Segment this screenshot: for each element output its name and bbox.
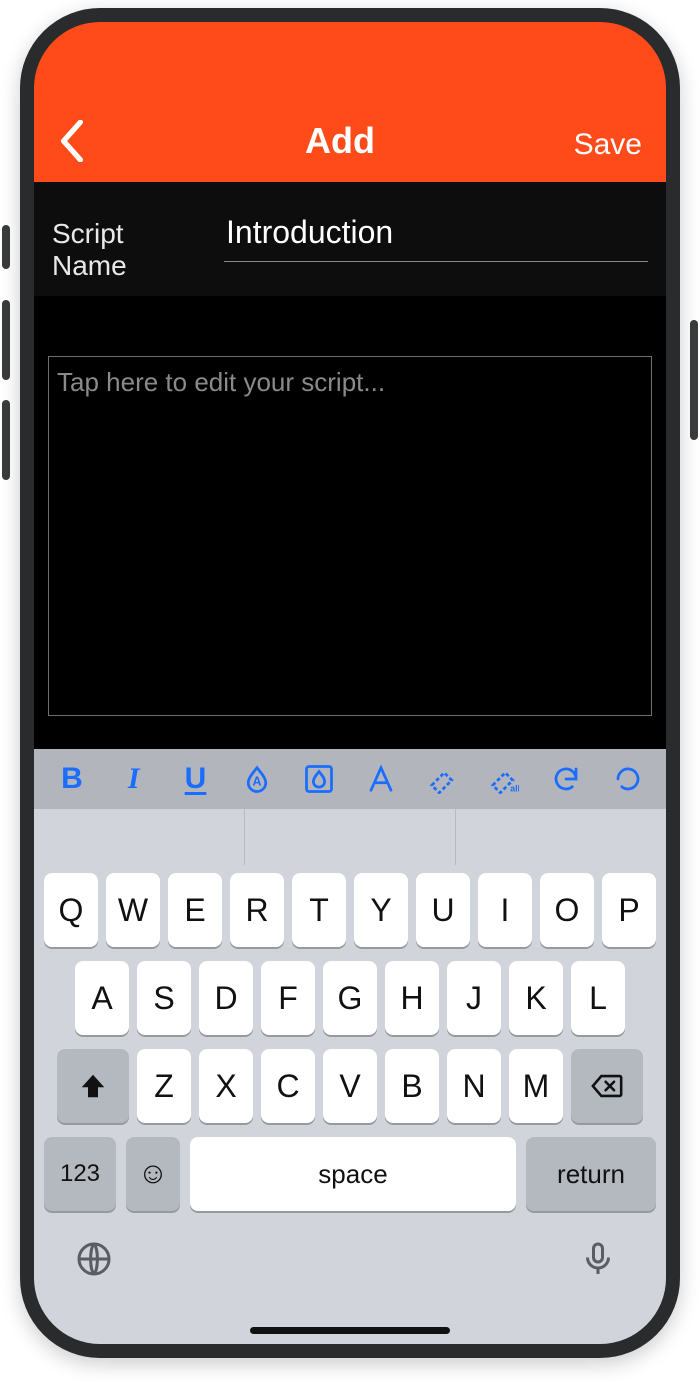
script-name-input[interactable]	[224, 210, 648, 262]
font-a-icon	[366, 764, 396, 794]
back-button[interactable]	[58, 120, 138, 162]
device-mute-switch	[2, 225, 10, 269]
nav-bar: Add Save	[34, 22, 666, 182]
key-g[interactable]: G	[323, 961, 377, 1035]
font-size-button[interactable]	[365, 760, 397, 798]
key-backspace[interactable]	[571, 1049, 643, 1123]
key-j[interactable]: J	[447, 961, 501, 1035]
eraser-all-icon: all	[489, 764, 519, 794]
droplet-boxed-icon	[304, 764, 334, 794]
key-numbers[interactable]: 123	[44, 1137, 116, 1211]
format-toolbar: B I U A all	[34, 749, 666, 809]
script-name-label: Script Name	[52, 218, 200, 282]
microphone-icon	[580, 1241, 616, 1277]
text-color-button[interactable]: A	[241, 760, 273, 798]
clear-all-button[interactable]: all	[489, 760, 521, 798]
key-d[interactable]: D	[199, 961, 253, 1035]
script-name-row: Script Name	[34, 182, 666, 296]
keyboard-extras	[40, 1225, 660, 1285]
svg-text:A: A	[253, 774, 262, 788]
keyboard-suggestion-bar[interactable]	[34, 809, 666, 865]
key-z[interactable]: Z	[137, 1049, 191, 1123]
script-editor-wrap	[34, 296, 666, 749]
key-f[interactable]: F	[261, 961, 315, 1035]
key-o[interactable]: O	[540, 873, 594, 947]
key-m[interactable]: M	[509, 1049, 563, 1123]
device-power-button	[690, 320, 698, 440]
keyboard-dictation-button[interactable]	[580, 1241, 624, 1285]
home-indicator[interactable]	[250, 1327, 450, 1334]
undo-icon	[551, 764, 581, 794]
globe-icon	[76, 1241, 112, 1277]
redo-icon	[613, 764, 643, 794]
key-n[interactable]: N	[447, 1049, 501, 1123]
save-button[interactable]: Save	[542, 128, 642, 162]
key-y[interactable]: Y	[354, 873, 408, 947]
key-t[interactable]: T	[292, 873, 346, 947]
key-p[interactable]: P	[602, 873, 656, 947]
italic-button[interactable]: I	[118, 760, 150, 798]
key-k[interactable]: K	[509, 961, 563, 1035]
key-i[interactable]: I	[478, 873, 532, 947]
droplet-outline-icon: A	[242, 764, 272, 794]
key-v[interactable]: V	[323, 1049, 377, 1123]
device-volume-down	[2, 400, 10, 480]
highlight-color-button[interactable]	[303, 760, 335, 798]
key-l[interactable]: L	[571, 961, 625, 1035]
redo-button[interactable]	[612, 760, 644, 798]
emoji-icon: ☺	[138, 1157, 169, 1191]
nav-title: Add	[138, 120, 542, 162]
key-shift[interactable]	[57, 1049, 129, 1123]
key-return[interactable]: return	[526, 1137, 656, 1211]
keyboard-row-3: Z X C V B N M	[40, 1049, 660, 1123]
chevron-left-icon	[58, 120, 86, 162]
underline-button[interactable]: U	[180, 760, 212, 798]
key-space[interactable]: space	[190, 1137, 516, 1211]
key-a[interactable]: A	[75, 961, 129, 1035]
keyboard: Q W E R T Y U I O P A S D F G H J K L	[34, 865, 666, 1344]
key-emoji[interactable]: ☺	[126, 1137, 180, 1211]
keyboard-row-2: A S D F G H J K L	[40, 961, 660, 1035]
key-r[interactable]: R	[230, 873, 284, 947]
key-u[interactable]: U	[416, 873, 470, 947]
script-body-input[interactable]	[48, 356, 652, 716]
shift-up-icon	[78, 1071, 108, 1101]
device-volume-up	[2, 300, 10, 380]
key-b[interactable]: B	[385, 1049, 439, 1123]
device-frame: Add Save Script Name B I U A	[20, 8, 680, 1358]
key-h[interactable]: H	[385, 961, 439, 1035]
keyboard-row-1: Q W E R T Y U I O P	[40, 873, 660, 947]
key-x[interactable]: X	[199, 1049, 253, 1123]
keyboard-row-bottom: 123 ☺ space return	[40, 1137, 660, 1211]
undo-button[interactable]	[550, 760, 582, 798]
backspace-icon	[590, 1069, 624, 1103]
svg-text:all: all	[511, 784, 520, 794]
key-s[interactable]: S	[137, 961, 191, 1035]
keyboard-globe-button[interactable]	[76, 1241, 120, 1285]
key-c[interactable]: C	[261, 1049, 315, 1123]
app-screen: Add Save Script Name B I U A	[34, 22, 666, 1344]
key-w[interactable]: W	[106, 873, 160, 947]
bold-button[interactable]: B	[56, 760, 88, 798]
key-q[interactable]: Q	[44, 873, 98, 947]
key-e[interactable]: E	[168, 873, 222, 947]
clear-format-button[interactable]	[427, 760, 459, 798]
eraser-icon	[428, 764, 458, 794]
